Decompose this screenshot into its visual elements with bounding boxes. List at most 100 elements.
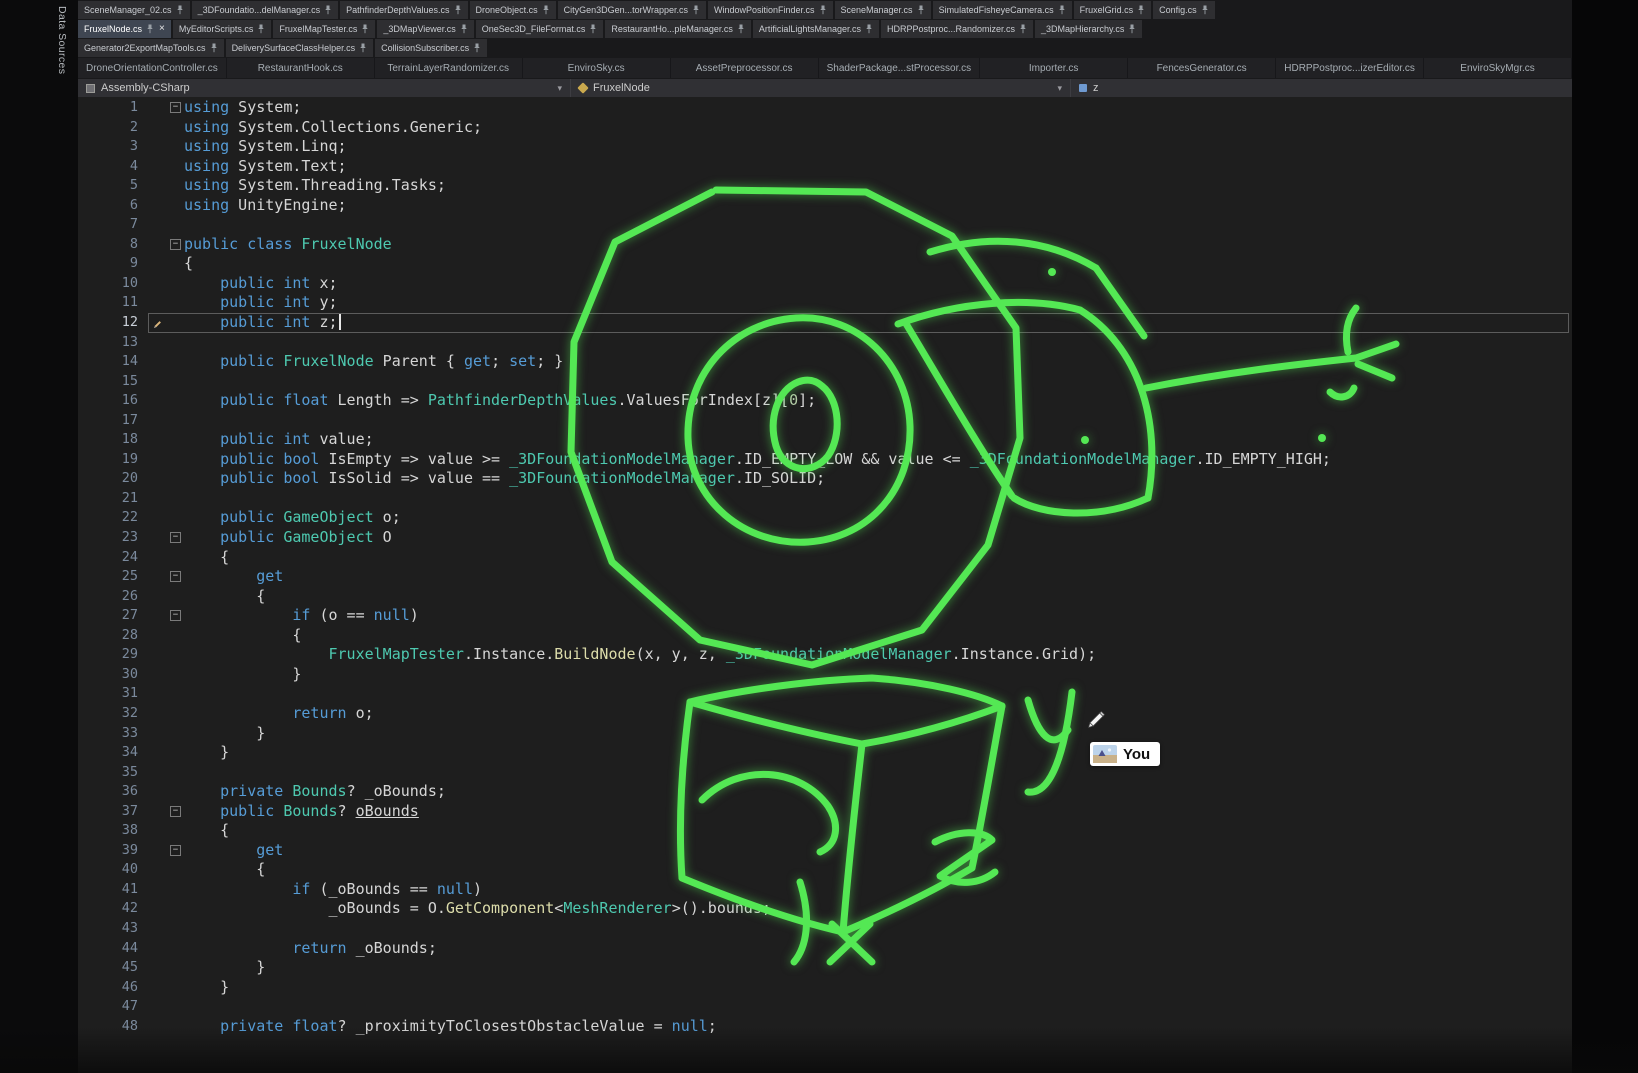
fold-marker[interactable]: − xyxy=(170,102,181,113)
code-line-40[interactable]: 40 { xyxy=(78,860,1572,880)
code-line-8[interactable]: 8−public class FruxelNode xyxy=(78,235,1572,255)
tab-hdrppostproc-randomizer-cs[interactable]: HDRPPostproc...Randomizer.cs xyxy=(881,20,1033,38)
code-line-38[interactable]: 38 { xyxy=(78,821,1572,841)
pin-icon[interactable] xyxy=(865,24,873,34)
breadcrumb-type-dropdown[interactable]: FruxelNode ▾ xyxy=(570,79,1070,97)
fold-marker[interactable]: − xyxy=(170,532,181,543)
pin-icon[interactable] xyxy=(589,24,597,34)
code-line-26[interactable]: 26 { xyxy=(78,587,1572,607)
tab-assetpreprocessor-cs[interactable]: AssetPreprocessor.cs xyxy=(671,58,819,78)
breadcrumb-project-dropdown[interactable]: Assembly-CSharp ▾ xyxy=(78,79,570,97)
code-line-31[interactable]: 31 xyxy=(78,684,1572,704)
tab-fencesgenerator-cs[interactable]: FencesGenerator.cs xyxy=(1128,58,1276,78)
code-line-30[interactable]: 30 } xyxy=(78,665,1572,685)
pin-icon[interactable] xyxy=(460,24,468,34)
tab--3dfoundatio-delmanager-cs[interactable]: _3DFoundatio...delManager.cs xyxy=(192,1,339,19)
line-number[interactable]: 23 xyxy=(78,528,148,548)
code-line-16[interactable]: 16 public float Length => PathfinderDept… xyxy=(78,391,1572,411)
code-line-6[interactable]: 6using UnityEngine; xyxy=(78,196,1572,216)
code-line-32[interactable]: 32 return o; xyxy=(78,704,1572,724)
tab-enviroskymgr-cs[interactable]: EnviroSkyMgr.cs xyxy=(1424,58,1572,78)
tab-fruxelmaptester-cs[interactable]: FruxelMapTester.cs xyxy=(273,20,375,38)
pin-icon[interactable] xyxy=(473,43,481,53)
code-line-48[interactable]: 48 private float? _proximityToClosestObs… xyxy=(78,1017,1572,1037)
line-number[interactable]: 8 xyxy=(78,235,148,255)
line-number[interactable]: 17 xyxy=(78,411,148,431)
line-number[interactable]: 25 xyxy=(78,567,148,587)
code-line-11[interactable]: 11 public int y; xyxy=(78,293,1572,313)
pin-icon[interactable] xyxy=(737,24,745,34)
tab-fruxelnode-cs[interactable]: FruxelNode.cs× xyxy=(78,20,171,38)
tab-scenemanager-cs[interactable]: SceneManager.cs xyxy=(835,1,931,19)
line-number[interactable]: 11 xyxy=(78,293,148,313)
line-number[interactable]: 9 xyxy=(78,254,148,274)
pin-icon[interactable] xyxy=(146,24,154,34)
fold-marker[interactable]: − xyxy=(170,845,181,856)
chevron-down-icon[interactable]: ▾ xyxy=(557,83,562,94)
code-line-27[interactable]: 27− if (o == null) xyxy=(78,606,1572,626)
breadcrumb-member-dropdown[interactable]: z xyxy=(1070,79,1572,97)
pin-icon[interactable] xyxy=(819,5,827,15)
code-line-39[interactable]: 39− get xyxy=(78,841,1572,861)
code-line-12[interactable]: 12 public int z; xyxy=(78,313,1572,333)
line-number[interactable]: 48 xyxy=(78,1017,148,1037)
line-number[interactable]: 44 xyxy=(78,939,148,959)
pin-icon[interactable] xyxy=(361,24,369,34)
line-number[interactable]: 16 xyxy=(78,391,148,411)
code-line-5[interactable]: 5using System.Threading.Tasks; xyxy=(78,176,1572,196)
fold-marker[interactable]: − xyxy=(170,610,181,621)
code-line-10[interactable]: 10 public int x; xyxy=(78,274,1572,294)
line-number[interactable]: 5 xyxy=(78,176,148,196)
tab-hdrppostproc-izereditor-cs[interactable]: HDRPPostproc...izerEditor.cs xyxy=(1276,58,1424,78)
code-line-21[interactable]: 21 xyxy=(78,489,1572,509)
code-line-17[interactable]: 17 xyxy=(78,411,1572,431)
fold-marker[interactable]: − xyxy=(170,239,181,250)
code-line-47[interactable]: 47 xyxy=(78,997,1572,1017)
code-line-18[interactable]: 18 public int value; xyxy=(78,430,1572,450)
tab-collisionsubscriber-cs[interactable]: CollisionSubscriber.cs xyxy=(375,39,487,57)
fold-marker[interactable]: − xyxy=(170,806,181,817)
pin-icon[interactable] xyxy=(1137,5,1145,15)
code-line-23[interactable]: 23− public GameObject O xyxy=(78,528,1572,548)
line-number[interactable]: 19 xyxy=(78,450,148,470)
code-line-3[interactable]: 3using System.Linq; xyxy=(78,137,1572,157)
pin-icon[interactable] xyxy=(1058,5,1066,15)
code-line-22[interactable]: 22 public GameObject o; xyxy=(78,508,1572,528)
pin-icon[interactable] xyxy=(1128,24,1136,34)
code-line-15[interactable]: 15 xyxy=(78,372,1572,392)
tab--3dmapviewer-cs[interactable]: _3DMapViewer.cs xyxy=(377,20,473,38)
line-number[interactable]: 15 xyxy=(78,372,148,392)
code-line-2[interactable]: 2using System.Collections.Generic; xyxy=(78,118,1572,138)
code-line-35[interactable]: 35 xyxy=(78,763,1572,783)
tab-artificiallightsmanager-cs[interactable]: ArtificialLightsManager.cs xyxy=(753,20,879,38)
line-number[interactable]: 22 xyxy=(78,508,148,528)
code-line-24[interactable]: 24 { xyxy=(78,548,1572,568)
code-line-33[interactable]: 33 } xyxy=(78,724,1572,744)
code-line-20[interactable]: 20 public bool IsSolid => value == _3DFo… xyxy=(78,469,1572,489)
line-number[interactable]: 3 xyxy=(78,137,148,157)
pin-icon[interactable] xyxy=(359,43,367,53)
line-number[interactable]: 14 xyxy=(78,352,148,372)
tab-importer-cs[interactable]: Importer.cs xyxy=(980,58,1128,78)
pin-icon[interactable] xyxy=(692,5,700,15)
tab-restaurantho-plemanager-cs[interactable]: RestaurantHo...pleManager.cs xyxy=(605,20,751,38)
line-number[interactable]: 30 xyxy=(78,665,148,685)
line-number[interactable]: 13 xyxy=(78,333,148,353)
code-line-7[interactable]: 7 xyxy=(78,215,1572,235)
code-line-25[interactable]: 25− get xyxy=(78,567,1572,587)
tab-droneobject-cs[interactable]: DroneObject.cs xyxy=(470,1,556,19)
sidebar-tab-data-sources[interactable]: Data Sources xyxy=(56,6,68,74)
line-number[interactable]: 32 xyxy=(78,704,148,724)
tab-generator2exportmaptools-cs[interactable]: Generator2ExportMapTools.cs xyxy=(78,39,224,57)
pin-icon[interactable] xyxy=(210,43,218,53)
code-line-43[interactable]: 43 xyxy=(78,919,1572,939)
line-number[interactable]: 2 xyxy=(78,118,148,138)
code-line-4[interactable]: 4using System.Text; xyxy=(78,157,1572,177)
tab-shaderpackage-stprocessor-cs[interactable]: ShaderPackage...stProcessor.cs xyxy=(819,58,981,78)
code-line-13[interactable]: 13 xyxy=(78,333,1572,353)
code-line-46[interactable]: 46 } xyxy=(78,978,1572,998)
pin-icon[interactable] xyxy=(176,5,184,15)
line-number[interactable]: 45 xyxy=(78,958,148,978)
code-line-45[interactable]: 45 } xyxy=(78,958,1572,978)
line-number[interactable]: 42 xyxy=(78,899,148,919)
